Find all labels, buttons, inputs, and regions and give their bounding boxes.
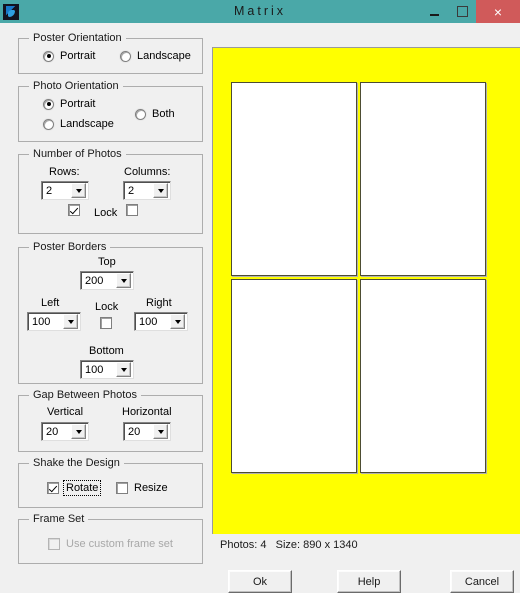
group-poster-orientation-legend: Poster Orientation (29, 32, 126, 44)
group-poster-borders-legend: Poster Borders (29, 241, 111, 253)
maximize-button[interactable] (448, 0, 476, 23)
gap-vertical-label: Vertical (47, 406, 84, 418)
checkbox-box-icon (126, 204, 138, 216)
border-top-label: Top (98, 256, 116, 268)
group-poster-orientation: Poster Orientation Portrait Landscape (18, 32, 203, 74)
ok-button[interactable]: Ok (228, 570, 292, 593)
group-gap-between-photos: Gap Between Photos Vertical 20 Horizonta… (18, 389, 203, 452)
gap-horizontal-label: Horizontal (122, 406, 172, 418)
radio-poster-portrait[interactable]: Portrait (43, 50, 95, 62)
border-lock-label: Lock (95, 301, 119, 313)
border-right-value: 100 (139, 315, 158, 328)
columns-label: Columns: (124, 166, 171, 178)
checkbox-box-icon (116, 482, 128, 494)
chevron-down-icon[interactable] (71, 424, 86, 439)
border-right-label: Right (146, 297, 172, 309)
radio-mark-icon (43, 50, 54, 62)
radio-photo-landscape-label: Landscape (60, 118, 114, 130)
group-gap-legend: Gap Between Photos (29, 389, 141, 401)
radio-photo-both-label: Both (152, 108, 175, 120)
gap-horizontal-combo[interactable]: 20 (123, 422, 171, 441)
border-left-value: 100 (32, 315, 51, 328)
chevron-down-icon[interactable] (170, 314, 185, 329)
checkbox-box-icon (47, 482, 59, 494)
group-number-of-photos: Number of Photos Rows: Columns: 2 2 Lock (18, 148, 203, 234)
chevron-down-icon[interactable] (63, 314, 78, 329)
title-bar: Matrix (0, 0, 520, 23)
preview-photo-cell[interactable] (231, 279, 357, 473)
group-photo-orientation-legend: Photo Orientation (29, 80, 123, 92)
chevron-down-icon[interactable] (116, 273, 131, 288)
border-left-label: Left (41, 297, 60, 309)
minimize-button[interactable] (420, 0, 448, 23)
chevron-down-icon[interactable] (71, 183, 86, 198)
border-left-combo[interactable]: 100 (27, 312, 81, 331)
rotate-checkbox-label: Rotate (62, 480, 102, 496)
resize-checkbox-label: Resize (134, 482, 168, 494)
radio-photo-portrait[interactable]: Portrait (43, 98, 95, 110)
resize-checkbox[interactable]: Resize (116, 482, 168, 494)
radio-mark-icon (43, 118, 54, 130)
rows-lock-checkbox[interactable] (68, 204, 80, 216)
status-text: Photos: 4 Size: 890 x 1340 (220, 539, 358, 551)
matrix-window: Matrix Poster Orientation Portrait Lands… (0, 0, 520, 593)
radio-poster-landscape[interactable]: Landscape (120, 50, 191, 62)
group-number-of-photos-legend: Number of Photos (29, 148, 126, 160)
gap-vertical-combo[interactable]: 20 (41, 422, 89, 441)
chevron-down-icon[interactable] (153, 183, 168, 198)
use-custom-frame-set-checkbox[interactable]: Use custom frame set (48, 538, 173, 550)
columns-combo[interactable]: 2 (123, 181, 171, 200)
close-button[interactable] (476, 0, 520, 23)
lock-label: Lock (94, 207, 118, 219)
use-custom-frame-set-label: Use custom frame set (66, 538, 173, 550)
radio-poster-portrait-label: Portrait (60, 50, 96, 62)
radio-photo-both[interactable]: Both (135, 108, 175, 120)
radio-mark-icon (120, 50, 131, 62)
border-right-combo[interactable]: 100 (134, 312, 188, 331)
dialog-client-area: Poster Orientation Portrait Landscape Ph… (0, 23, 520, 593)
radio-poster-landscape-label: Landscape (137, 50, 191, 62)
help-button[interactable]: Help (337, 570, 401, 593)
radio-photo-landscape[interactable]: Landscape (43, 118, 114, 130)
border-lock-checkbox[interactable] (100, 317, 112, 329)
border-bottom-label: Bottom (89, 345, 124, 357)
group-frame-set-legend: Frame Set (29, 513, 89, 525)
border-top-value: 200 (85, 274, 104, 287)
border-top-combo[interactable]: 200 (80, 271, 134, 290)
group-photo-orientation: Photo Orientation Portrait Landscape Bot… (18, 80, 203, 142)
poster-preview[interactable] (212, 47, 520, 534)
preview-photo-cell[interactable] (231, 82, 357, 276)
rows-label: Rows: (49, 166, 80, 178)
group-shake-legend: Shake the Design (29, 457, 124, 469)
rows-combo-value: 2 (46, 184, 53, 197)
checkbox-box-icon (68, 204, 80, 216)
chevron-down-icon[interactable] (153, 424, 168, 439)
radio-photo-portrait-label: Portrait (60, 98, 96, 110)
chevron-down-icon[interactable] (116, 362, 131, 377)
group-shake-the-design: Shake the Design Rotate Resize (18, 457, 203, 508)
rows-combo[interactable]: 2 (41, 181, 89, 200)
group-frame-set: Frame Set Use custom frame set (18, 513, 203, 564)
checkbox-box-icon (48, 538, 60, 550)
radio-mark-icon (135, 108, 146, 120)
cancel-button[interactable]: Cancel (450, 570, 514, 593)
preview-photo-cell[interactable] (360, 82, 486, 276)
columns-lock-checkbox[interactable] (126, 204, 138, 216)
app-icon (3, 3, 19, 20)
gap-horizontal-value: 20 (128, 425, 141, 438)
border-bottom-combo[interactable]: 100 (80, 360, 134, 379)
checkbox-box-icon (100, 317, 112, 329)
border-bottom-value: 100 (85, 363, 104, 376)
group-poster-borders: Poster Borders Top 200 Left 100 Lock Rig… (18, 241, 203, 384)
rotate-checkbox[interactable]: Rotate (47, 480, 102, 496)
columns-combo-value: 2 (128, 184, 135, 197)
gap-vertical-value: 20 (46, 425, 59, 438)
radio-mark-icon (43, 98, 54, 110)
preview-photo-cell[interactable] (360, 279, 486, 473)
